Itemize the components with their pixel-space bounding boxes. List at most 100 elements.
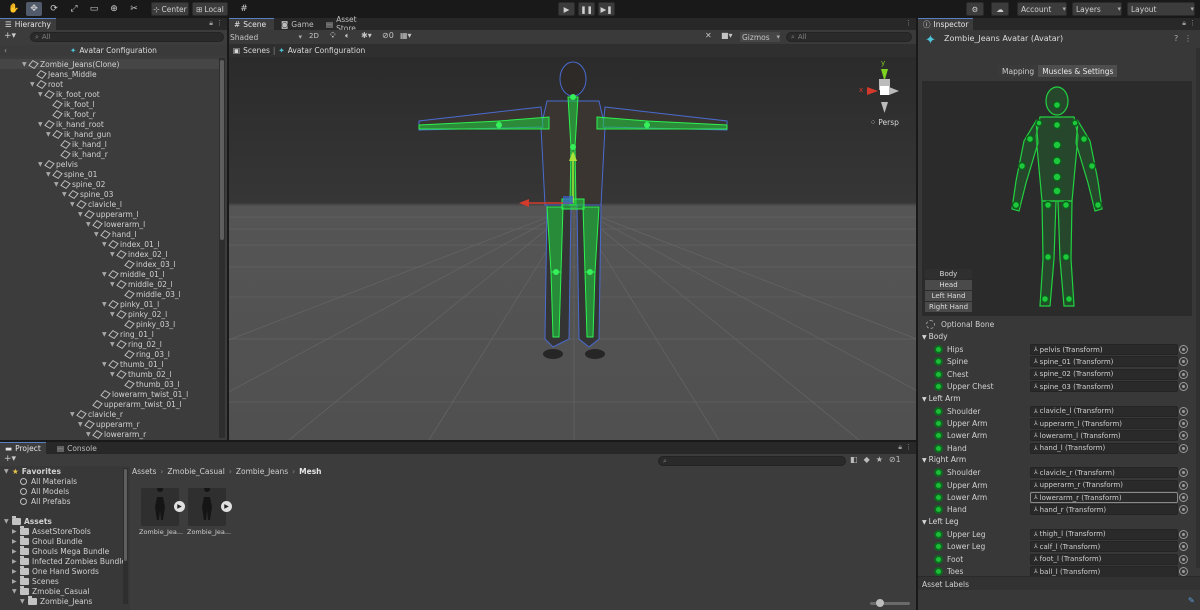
breadcrumb-mesh[interactable]: Mesh <box>299 467 321 476</box>
hierarchy-item[interactable]: lowerarm_twist_01_l <box>94 389 188 399</box>
transform-tool-icon[interactable]: ⊕ <box>106 2 122 16</box>
object-picker-icon[interactable] <box>1179 567 1188 576</box>
favorite-item[interactable]: All Materials <box>20 476 77 486</box>
expand-arrow-icon[interactable]: ▶ <box>12 548 18 555</box>
add-object-button[interactable]: +▾ <box>4 31 16 41</box>
hierarchy-item[interactable]: ▼ ik_hand_gun <box>46 129 111 139</box>
cloud-icon[interactable]: ☁ <box>991 2 1009 16</box>
lock-icon[interactable]: 🔒︎ <box>209 19 213 28</box>
object-picker-icon[interactable] <box>1179 357 1188 367</box>
play-preview-icon[interactable]: ▶ <box>174 501 185 512</box>
asset-folder-item[interactable]: ▶ One Hand Swords <box>12 565 99 576</box>
tab-scene[interactable]: # Scene <box>229 18 274 30</box>
bone-transform-field[interactable]: ⅄ spine_01 (Transform) <box>1030 356 1178 368</box>
filter-label-icon[interactable]: ◆ <box>864 455 870 464</box>
lock-icon[interactable]: 🔒︎ <box>1182 19 1186 28</box>
lighting-icon[interactable]: 💡︎ <box>330 31 336 41</box>
layout-dropdown[interactable]: Layout <box>1127 2 1195 16</box>
bone-status-icon[interactable] <box>934 406 943 416</box>
object-picker-icon[interactable] <box>1179 505 1188 515</box>
asset-folder-item[interactable]: ▼ Zmobie_Casual <box>12 585 89 596</box>
expand-arrow-icon[interactable]: ▼ <box>38 91 44 98</box>
bone-transform-field[interactable]: ⅄ calf_l (Transform) <box>1030 541 1178 553</box>
tab-project[interactable]: ▬ Project <box>0 442 46 454</box>
hierarchy-item[interactable]: index_03_l <box>118 259 176 269</box>
bone-status-icon[interactable] <box>934 480 943 490</box>
expand-arrow-icon[interactable]: ▼ <box>54 181 60 188</box>
tab-asset-store[interactable]: ▤ Asset Store <box>321 15 381 33</box>
bone-status-icon[interactable] <box>934 529 943 539</box>
bone-transform-field[interactable]: ⅄ lowerarm_r (Transform) <box>1030 492 1178 503</box>
hierarchy-scrollbar[interactable] <box>219 58 225 438</box>
asset-labels-bar[interactable]: Asset Labels <box>918 576 1200 590</box>
kebab-menu-icon[interactable]: ⋮ <box>1184 34 1192 43</box>
tab-console[interactable]: ▤ Console <box>52 442 102 454</box>
left-hand-view-button[interactable]: Left Hand <box>925 291 972 301</box>
bone-transform-field[interactable]: ⅄ hand_r (Transform) <box>1030 504 1178 516</box>
bone-status-icon[interactable] <box>934 567 943 576</box>
expand-arrow-icon[interactable]: ▼ <box>70 411 76 418</box>
hierarchy-item[interactable]: ▼ middle_01_l <box>102 269 165 279</box>
asset-folder-item[interactable]: ▶ Ghoul Bundle <box>12 535 83 546</box>
bone-status-icon[interactable] <box>934 345 943 354</box>
bone-status-icon[interactable] <box>934 419 943 428</box>
bug-report-icon[interactable]: ✎ <box>1188 596 1195 605</box>
expand-arrow-icon[interactable]: ▶ <box>12 568 18 575</box>
right-hand-view-button[interactable]: Right Hand <box>925 302 972 312</box>
bone-transform-field[interactable]: ⅄ foot_l (Transform) <box>1030 553 1178 565</box>
bone-status-icon[interactable] <box>934 431 943 441</box>
hierarchy-item[interactable]: ik_foot_r <box>46 109 96 119</box>
tab-game[interactable]: ◙ Game <box>276 18 316 30</box>
object-picker-icon[interactable] <box>1179 431 1188 441</box>
object-picker-icon[interactable] <box>1179 382 1188 392</box>
hierarchy-item[interactable]: ▼ thumb_02_l <box>110 369 172 379</box>
custom-tool-icon[interactable]: ✂ <box>126 2 142 16</box>
object-picker-icon[interactable] <box>1179 554 1188 564</box>
project-search-input[interactable]: ⌕ <box>658 456 846 466</box>
bone-status-icon[interactable] <box>934 369 943 379</box>
expand-arrow-icon[interactable]: ▼ <box>86 221 92 228</box>
bone-status-icon[interactable] <box>934 357 943 367</box>
hierarchy-item[interactable]: middle_03_l <box>118 289 181 299</box>
hierarchy-search-input[interactable]: ⌕ All <box>30 32 224 42</box>
kebab-menu-icon[interactable]: ⋮ <box>1189 19 1196 27</box>
grid-toggle-icon[interactable]: ▦▾ <box>400 31 412 40</box>
body-view-button[interactable]: Body <box>925 269 972 279</box>
expand-arrow-icon[interactable]: ▼ <box>110 371 116 378</box>
rotate-tool-icon[interactable]: ⟳ <box>46 2 62 16</box>
expand-arrow-icon[interactable]: ▶ <box>12 558 18 565</box>
hierarchy-item[interactable]: ▼ lowerarm_r <box>86 429 146 439</box>
expand-arrow-icon[interactable]: ▶ <box>12 538 18 545</box>
favorite-item[interactable]: All Prefabs <box>20 496 71 506</box>
breadcrumb-assets[interactable]: Assets <box>132 467 156 476</box>
expand-arrow-icon[interactable]: ▼ <box>94 231 100 238</box>
hierarchy-item[interactable]: ▼ pinky_02_l <box>110 309 167 319</box>
hierarchy-item[interactable]: ▼ lowerarm_l <box>86 219 145 229</box>
breadcrumb-zmobie-casual[interactable]: Zmobie_Casual <box>167 467 224 476</box>
hierarchy-item[interactable]: ik_hand_r <box>54 149 108 159</box>
hand-tool-icon[interactable]: ✋ <box>6 2 22 16</box>
bone-transform-field[interactable]: ⅄ clavicle_r (Transform) <box>1030 467 1178 479</box>
hierarchy-item[interactable]: ▼ thumb_01_l <box>102 359 164 369</box>
services-icon[interactable]: ⚙ <box>966 2 984 16</box>
thumbnail-size-slider[interactable] <box>870 599 910 607</box>
hierarchy-item[interactable]: thumb_03_l <box>118 379 180 389</box>
inspector-scrollbar[interactable] <box>1196 48 1200 568</box>
hierarchy-item[interactable]: ▼ middle_02_l <box>110 279 173 289</box>
tab-mapping[interactable]: Mapping <box>998 65 1039 77</box>
tab-muscles-settings[interactable]: Muscles & Settings <box>1038 65 1118 77</box>
expand-arrow-icon[interactable]: ▼ <box>102 331 108 338</box>
hierarchy-item[interactable]: ▼ upperarm_r <box>78 419 140 429</box>
hierarchy-item[interactable]: ▼ spine_01 <box>46 169 97 179</box>
breadcrumb-avatar-configuration[interactable]: Avatar Configuration <box>288 46 366 55</box>
orientation-gizmo[interactable] <box>867 69 899 113</box>
expand-arrow-icon[interactable]: ▼ <box>38 161 44 168</box>
bone-transform-field[interactable]: ⅄ hand_l (Transform) <box>1030 442 1178 454</box>
tab-hierarchy[interactable]: ☰ Hierarchy <box>0 18 56 30</box>
camera-icon[interactable]: ■▾ <box>721 31 733 40</box>
object-picker-icon[interactable] <box>1179 406 1188 416</box>
asset-folder-item[interactable]: ▼ Zombie_Jeans <box>20 595 92 606</box>
object-picker-icon[interactable] <box>1179 443 1188 453</box>
expand-arrow-icon[interactable]: ▼ <box>46 171 52 178</box>
hierarchy-item[interactable]: upperarm_twist_01_l <box>86 399 182 409</box>
